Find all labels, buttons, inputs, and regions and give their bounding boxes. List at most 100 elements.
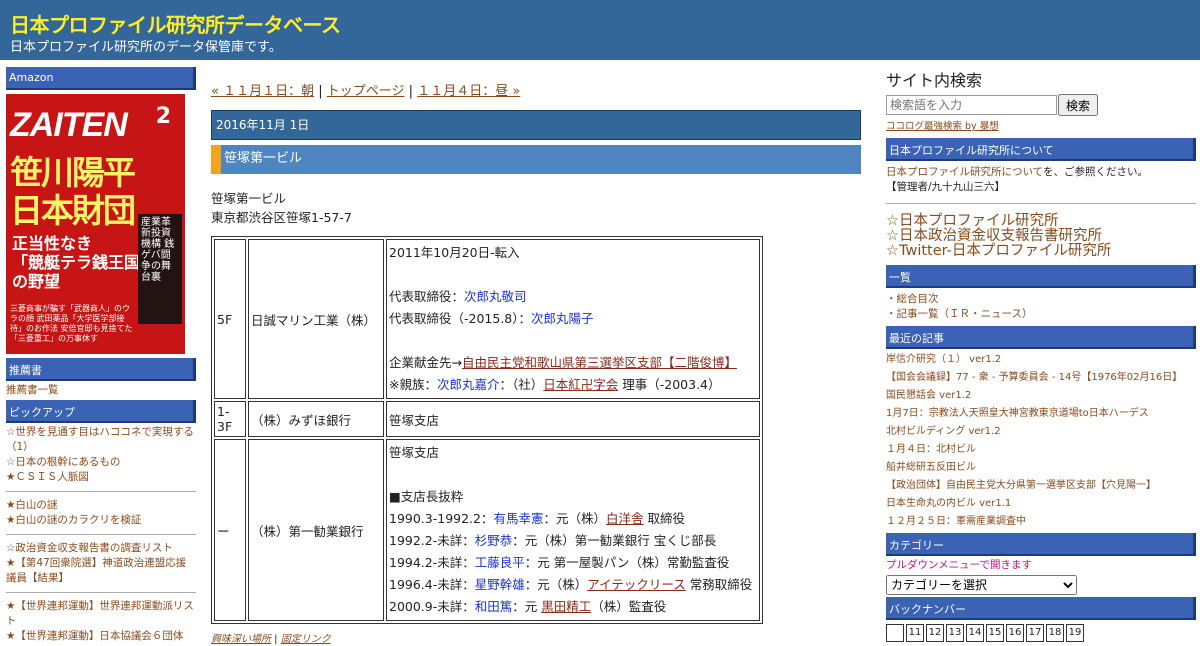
admin-name: 【管理者/九十九山三六】 bbox=[886, 181, 1006, 193]
left-sidebar: Amazon ZAITEN 2 笹川陽平 日本財団 正当性なき 「競艇テラ銭王国」の… bbox=[6, 67, 196, 646]
search-input[interactable] bbox=[886, 95, 1057, 115]
backnumber-item[interactable]: 17 bbox=[1026, 624, 1044, 642]
powered-by-link[interactable]: ココログ最強検索 by 暴想 bbox=[886, 121, 999, 132]
category-select[interactable]: カテゴリーを選択 bbox=[886, 575, 1077, 595]
building-name: 笹塚第一ビル bbox=[211, 191, 287, 206]
recent-link[interactable]: 日本生命丸の内ビル ver1.1 bbox=[886, 498, 1011, 509]
site-title[interactable]: 日本プロファイル研究所データベース bbox=[10, 9, 341, 38]
recent-list: 岸信介研究（１） ver1.2 【国会会議録】77 - 衆 - 予算委員会 - … bbox=[886, 349, 1196, 533]
recent-link[interactable]: 国民懇話会 ver1.2 bbox=[886, 390, 971, 401]
recent-link[interactable]: 1月7日：宗教法人天照皇大神宮教東京道場to日本ハーデス bbox=[886, 408, 1149, 419]
backnumber-item[interactable]: 14 bbox=[966, 624, 984, 642]
recent-link[interactable]: 岸信介研究（１） ver1.2 bbox=[886, 354, 1001, 365]
category-title: カテゴリー bbox=[886, 533, 1196, 556]
org-link[interactable]: 自由民主党和歌山県第三選挙区支部【二階俊博】 bbox=[462, 355, 737, 370]
backnumber-item[interactable]: 15 bbox=[986, 624, 1004, 642]
cover-subhead: 正当性なき 「競艇テラ銭王国」 の野望 bbox=[12, 234, 157, 291]
prev-entry-link[interactable]: « １１月１日：朝 bbox=[211, 84, 314, 99]
recommend-link[interactable]: 推薦書一覧 bbox=[6, 384, 59, 396]
pickup-link[interactable]: ★白山の謎 bbox=[6, 499, 57, 511]
backnumber-item[interactable]: 19 bbox=[1066, 624, 1084, 642]
site-header: 日本プロファイル研究所データベース 日本プロファイル研究所のデータ保管庫です。 bbox=[0, 0, 1200, 60]
recent-link[interactable]: 北村ビルディング ver1.2 bbox=[886, 426, 1001, 437]
index-title: 一覧 bbox=[886, 265, 1196, 288]
pickup-link[interactable]: ☆世界を見通す目はハココネで実現する（1） bbox=[6, 426, 194, 453]
backnumber-title: バックナンバー bbox=[886, 597, 1196, 620]
org-link[interactable]: 白洋舎 bbox=[606, 511, 644, 526]
entry-address: 笹塚第一ビル 東京都渋谷区笹塚1-57-7 bbox=[211, 189, 861, 227]
index-link[interactable]: ・記事一覧（ＩＲ・ニュース） bbox=[886, 308, 1032, 320]
cover-side-text: 産業革新投資機構 銭ゲバ闘争の舞台裏 bbox=[138, 214, 182, 324]
book-cover[interactable]: ZAITEN 2 笹川陽平 日本財団 正当性なき 「競艇テラ銭王国」 の野望 産業革新… bbox=[6, 94, 185, 354]
pickup-link[interactable]: ☆日本の根幹にあるもの bbox=[6, 456, 120, 468]
pickup-link[interactable]: ★【世界連邦運動】日本協議会６団体 bbox=[6, 630, 183, 642]
person-link[interactable]: 杉野恭 bbox=[475, 533, 513, 548]
recent-link[interactable]: 【政治団体】自由民主党大分県第一選挙区支部【穴見陽一】 bbox=[886, 480, 1156, 491]
entry-nav: « １１月１日：朝 | トップページ | １１月４日：昼 » bbox=[211, 80, 861, 99]
pickup-group-3: ☆政治資金収支報告書の調査リスト ★【第47回衆院選】神道政治連盟応援議員【結果… bbox=[6, 539, 196, 588]
person-link[interactable]: 星野幹雄 bbox=[475, 577, 525, 592]
recent-link[interactable]: １月４日：北村ビル bbox=[886, 444, 976, 455]
about-link[interactable]: 日本プロファイル研究所について bbox=[886, 166, 1043, 178]
divider bbox=[6, 534, 196, 535]
building-address: 東京都渋谷区笹塚1-57-7 bbox=[211, 210, 352, 225]
table-row: 5F 日誠マリン工業（株） 2011年10月20日-転入 代表取締役：次郎丸敬司… bbox=[214, 239, 760, 399]
entry-title: 笹塚第一ビル bbox=[211, 145, 861, 174]
backnumber-item[interactable]: 11 bbox=[906, 624, 924, 642]
recent-link[interactable]: 船井総研五反田ビル bbox=[886, 462, 976, 473]
entry-footer: 興味深い場所 | 固定リンク bbox=[211, 634, 331, 645]
backnumber-item[interactable]: 18 bbox=[1046, 624, 1064, 642]
right-sidebar: サイト内検索 検索 ココログ最強検索 by 暴想 日本プロファイル研究所について… bbox=[886, 67, 1196, 642]
nav-separator: | bbox=[318, 84, 323, 99]
detail-line: 企業献金先→自由民主党和歌山県第三選挙区支部【二階俊博】 bbox=[389, 355, 737, 370]
site-description: 日本プロファイル研究所のデータ保管庫です。 bbox=[10, 40, 282, 55]
permalink[interactable]: 固定リンク bbox=[281, 634, 331, 645]
backnumber-item[interactable]: 12 bbox=[926, 624, 944, 642]
org-link[interactable]: 日本紅卍字会 bbox=[543, 377, 618, 392]
external-link[interactable]: ☆Twitter-日本プロファイル研究所 bbox=[886, 243, 1111, 259]
pickup-link[interactable]: ☆政治資金収支報告書の調査リスト bbox=[6, 542, 173, 554]
entry-date: 2016年11月 1日 bbox=[211, 110, 861, 140]
floor-cell: 1-3F bbox=[214, 401, 246, 437]
pickup-link[interactable]: ★白山の謎のカラクリを検証 bbox=[6, 514, 141, 526]
backnumber-item[interactable]: 13 bbox=[946, 624, 964, 642]
person-link[interactable]: 和田篤 bbox=[475, 599, 513, 614]
tenant-table: 5F 日誠マリン工業（株） 2011年10月20日-転入 代表取締役：次郎丸敬司… bbox=[211, 236, 763, 624]
recent-link[interactable]: １２月２５日：軍需産業調査中 bbox=[886, 516, 1026, 527]
search-button[interactable]: 検索 bbox=[1058, 94, 1099, 116]
pickup-link[interactable]: ★【第47回衆院選】神道政治連盟応援議員【結果】 bbox=[6, 557, 186, 584]
person-link[interactable]: 工藤良平 bbox=[475, 555, 525, 570]
detail-line: 笹塚支店 bbox=[389, 445, 440, 460]
index-link[interactable]: ・総合目次 bbox=[886, 293, 939, 305]
external-link[interactable]: ☆日本政治資金収支報告書研究所 bbox=[886, 228, 1102, 244]
detail-line: 1996.4-未詳：星野幹雄：元（株）アイテックリース 常務取締役 bbox=[389, 577, 753, 592]
next-entry-link[interactable]: １１月４日：昼 » bbox=[417, 84, 520, 99]
cover-issue: 2 bbox=[155, 104, 171, 129]
person-link[interactable]: 次郎丸陽子 bbox=[531, 311, 594, 326]
main-content: « １１月１日：朝 | トップページ | １１月４日：昼 » 2016年11月 … bbox=[211, 80, 861, 645]
detail-line: 1994.2-未詳：工藤良平：元 第一屋製パン（株）常勤監査役 bbox=[389, 555, 730, 570]
person-link[interactable]: 次郎丸嘉介 bbox=[437, 377, 500, 392]
about-title: 日本プロファイル研究所について bbox=[886, 138, 1196, 161]
category-note: プルダウンメニューで開きます bbox=[886, 559, 1033, 571]
category-link[interactable]: 興味深い場所 bbox=[211, 634, 271, 645]
about-text: 日本プロファイル研究所についてを、ご参照ください。 【管理者/九十九山三六】 bbox=[886, 166, 1148, 193]
detail-line: 2011年10月20日-転入 bbox=[389, 245, 520, 260]
floor-cell: 5F bbox=[214, 239, 246, 399]
backnumber-item[interactable] bbox=[886, 624, 904, 642]
top-page-link[interactable]: トップページ bbox=[327, 84, 405, 99]
org-link[interactable]: 黒田精工 bbox=[541, 599, 591, 614]
detail-line: ※親族：次郎丸嘉介：（社）日本紅卍字会 理事（-2003.4） bbox=[389, 377, 721, 392]
pickup-link[interactable]: ★【世界連邦運動】世界連邦運動派リスト bbox=[6, 600, 194, 627]
org-link[interactable]: アイテックリース bbox=[587, 577, 686, 592]
detail-line: 1992.2-未詳：杉野恭：元（株）第一勧業銀行 宝くじ部長 bbox=[389, 533, 717, 548]
external-link[interactable]: ☆日本プロファイル研究所 bbox=[886, 213, 1059, 229]
recent-link[interactable]: 【国会会議録】77 - 衆 - 予算委員会 - 14号【1976年02月16日】 bbox=[886, 372, 1182, 383]
floor-cell: ー bbox=[214, 439, 246, 621]
person-link[interactable]: 次郎丸敬司 bbox=[464, 289, 527, 304]
pickup-link[interactable]: ★ＣＳＩＳ人脈図 bbox=[6, 471, 89, 483]
recommend-title: 推薦書 bbox=[6, 358, 196, 381]
table-row: ー （株）第一勧業銀行 笹塚支店 ■支店長抜粋 1990.3-1992.2：有馬… bbox=[214, 439, 760, 621]
person-link[interactable]: 有馬幸憲 bbox=[494, 511, 544, 526]
backnumber-item[interactable]: 16 bbox=[1006, 624, 1024, 642]
